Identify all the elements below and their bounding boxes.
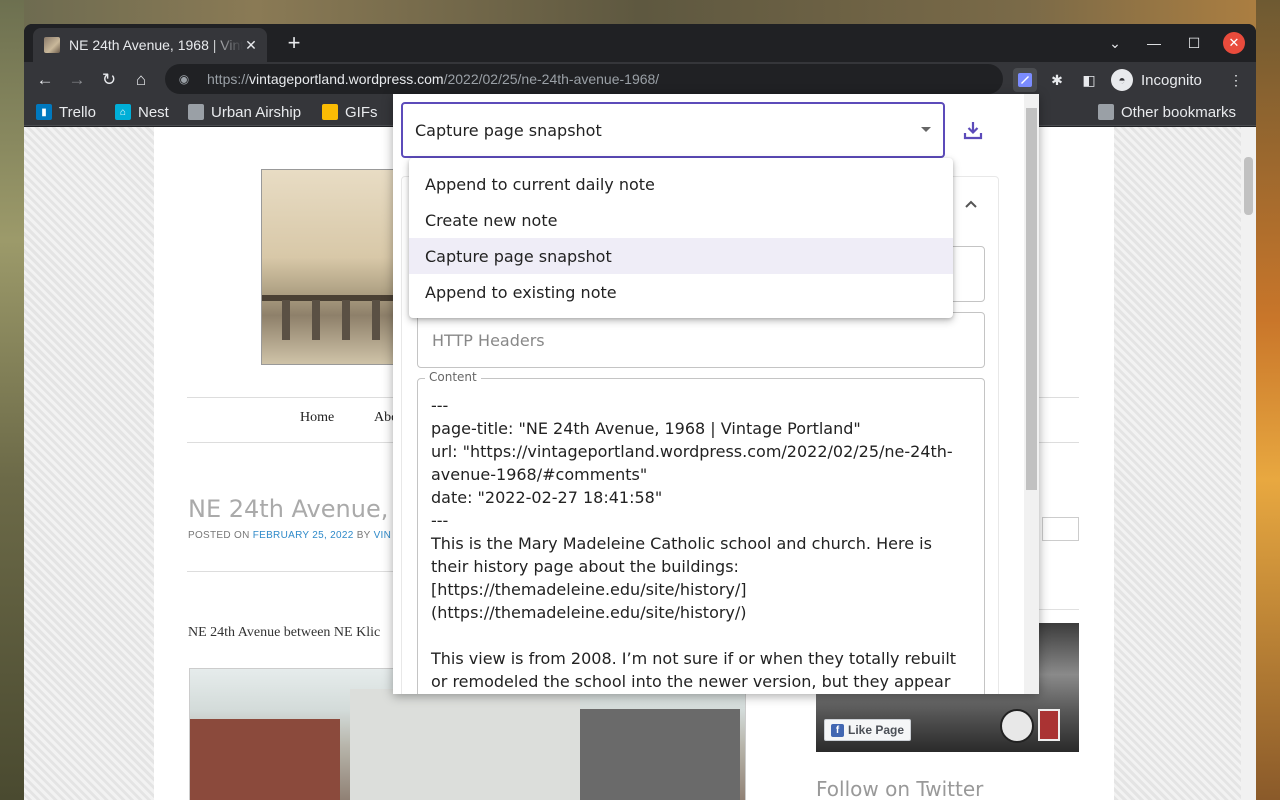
home-icon[interactable]: ⌂ — [128, 67, 154, 93]
trello-icon: ▮ — [36, 104, 52, 120]
minimize-icon[interactable]: — — [1143, 32, 1165, 54]
chevron-up-icon[interactable] — [959, 192, 983, 216]
menu-item-append-daily[interactable]: Append to current daily note — [409, 166, 953, 202]
address-bar[interactable]: ◉ https://vintageportland.wordpress.com /… — [165, 64, 1003, 94]
desktop-wallpaper-right — [1256, 0, 1280, 800]
url-path: /2022/02/25/ne-24th-avenue-1968/ — [443, 71, 660, 87]
other-bookmarks-label: Other bookmarks — [1121, 103, 1237, 121]
browser-window: NE 24th Avenue, 1968 | Vintage Portland … — [24, 24, 1256, 800]
content-label: Content — [425, 370, 481, 384]
extensions-puzzle-icon[interactable]: ✱ — [1045, 68, 1069, 92]
fb-like-label: Like Page — [848, 723, 905, 737]
back-icon[interactable]: ← — [32, 67, 58, 93]
tab-close-icon[interactable]: ✕ — [243, 37, 259, 53]
extension-popup: Capture page snapshot HTTP Headers Conte… — [393, 94, 1039, 694]
browser-tab[interactable]: NE 24th Avenue, 1968 | Vintage Portland … — [33, 28, 267, 62]
popup-scrollbar-thumb[interactable] — [1026, 108, 1037, 490]
site-info-icon[interactable]: ◉ — [177, 72, 191, 86]
action-select[interactable]: Capture page snapshot — [401, 102, 945, 158]
page-scrollbar[interactable] — [1241, 127, 1256, 800]
incognito-icon: ◓ — [1111, 69, 1133, 91]
maximize-icon[interactable]: ☐ — [1183, 32, 1205, 54]
follow-twitter-heading: Follow on Twitter — [816, 777, 984, 800]
side-panel-icon[interactable]: ◧ — [1077, 68, 1101, 92]
forward-icon[interactable]: → — [64, 67, 90, 93]
url-host: vintageportland.wordpress.com — [249, 71, 444, 87]
reload-icon[interactable]: ↻ — [96, 67, 122, 93]
sidebar-search-input[interactable] — [1042, 517, 1079, 541]
bookmark-label: Urban Airship — [211, 103, 302, 121]
action-select-value: Capture page snapshot — [415, 120, 602, 140]
bookmark-gifs[interactable]: GIFs — [322, 102, 378, 122]
action-dropdown-menu: Append to current daily note Create new … — [409, 158, 953, 318]
nest-icon: ⌂ — [115, 104, 131, 120]
bookmark-nest[interactable]: ⌂ Nest — [115, 102, 169, 122]
nav-home-link[interactable]: Home — [300, 410, 334, 426]
download-icon[interactable] — [959, 116, 987, 144]
post-meta: POSTED ON FEBRUARY 25, 2022 BY VIN — [188, 530, 391, 541]
folder-icon — [1098, 104, 1114, 120]
bookmark-urban-airship[interactable]: Urban Airship — [188, 102, 301, 122]
url-scheme: https:// — [207, 71, 250, 87]
select-arrow-icon — [921, 127, 931, 132]
folder-icon — [188, 104, 204, 120]
site-favicon-icon — [44, 37, 60, 53]
page-scrollbar-thumb[interactable] — [1244, 157, 1253, 215]
post-title[interactable]: NE 24th Avenue, 19 — [188, 495, 427, 523]
post-date-link[interactable]: FEBRUARY 25, 2022 — [253, 530, 354, 541]
popup-scrollbar[interactable] — [1024, 94, 1039, 694]
bookmark-label: GIFs — [345, 103, 378, 121]
browser-menu-icon[interactable]: ⋮ — [1224, 68, 1248, 92]
by-label: BY — [356, 530, 371, 541]
http-headers-field[interactable]: HTTP Headers — [417, 312, 985, 368]
desktop-wallpaper-left — [0, 0, 24, 800]
archive-badge-icon — [1038, 709, 1060, 741]
fb-like-button[interactable]: f Like Page — [824, 719, 912, 741]
menu-item-capture-snapshot[interactable]: Capture page snapshot — [409, 238, 953, 274]
menu-item-append-existing[interactable]: Append to existing note — [409, 274, 953, 310]
http-headers-placeholder: HTTP Headers — [432, 331, 545, 350]
menu-item-create-note[interactable]: Create new note — [409, 202, 953, 238]
notes-extension-icon[interactable] — [1013, 68, 1037, 92]
incognito-label: Incognito — [1141, 71, 1202, 89]
bookmark-trello[interactable]: ▮ Trello — [36, 102, 96, 122]
other-bookmarks[interactable]: Other bookmarks — [1098, 102, 1236, 122]
content-text[interactable]: --- page-title: "NE 24th Avenue, 1968 | … — [431, 394, 971, 694]
new-tab-icon[interactable]: + — [282, 32, 306, 56]
tab-search-icon[interactable]: ⌄ — [1104, 32, 1126, 54]
window-close-icon[interactable]: ✕ — [1223, 32, 1245, 54]
bookmark-label: Trello — [59, 103, 96, 121]
file-icon — [322, 104, 338, 120]
post-intro-text: NE 24th Avenue between NE Klic — [188, 625, 381, 640]
tab-strip: NE 24th Avenue, 1968 | Vintage Portland … — [24, 24, 1256, 62]
seal-badge-icon — [1000, 709, 1034, 743]
incognito-indicator[interactable]: ◓ Incognito — [1111, 66, 1202, 94]
bookmark-label: Nest — [138, 103, 169, 121]
posted-on-label: POSTED ON — [188, 530, 250, 541]
facebook-icon: f — [831, 723, 844, 737]
author-link[interactable]: VIN — [374, 530, 392, 541]
tab-title: NE 24th Avenue, 1968 | Vintage Portland — [69, 37, 243, 53]
browser-toolbar: ← → ↻ ⌂ ◉ https://vintageportland.wordpr… — [24, 62, 1256, 98]
